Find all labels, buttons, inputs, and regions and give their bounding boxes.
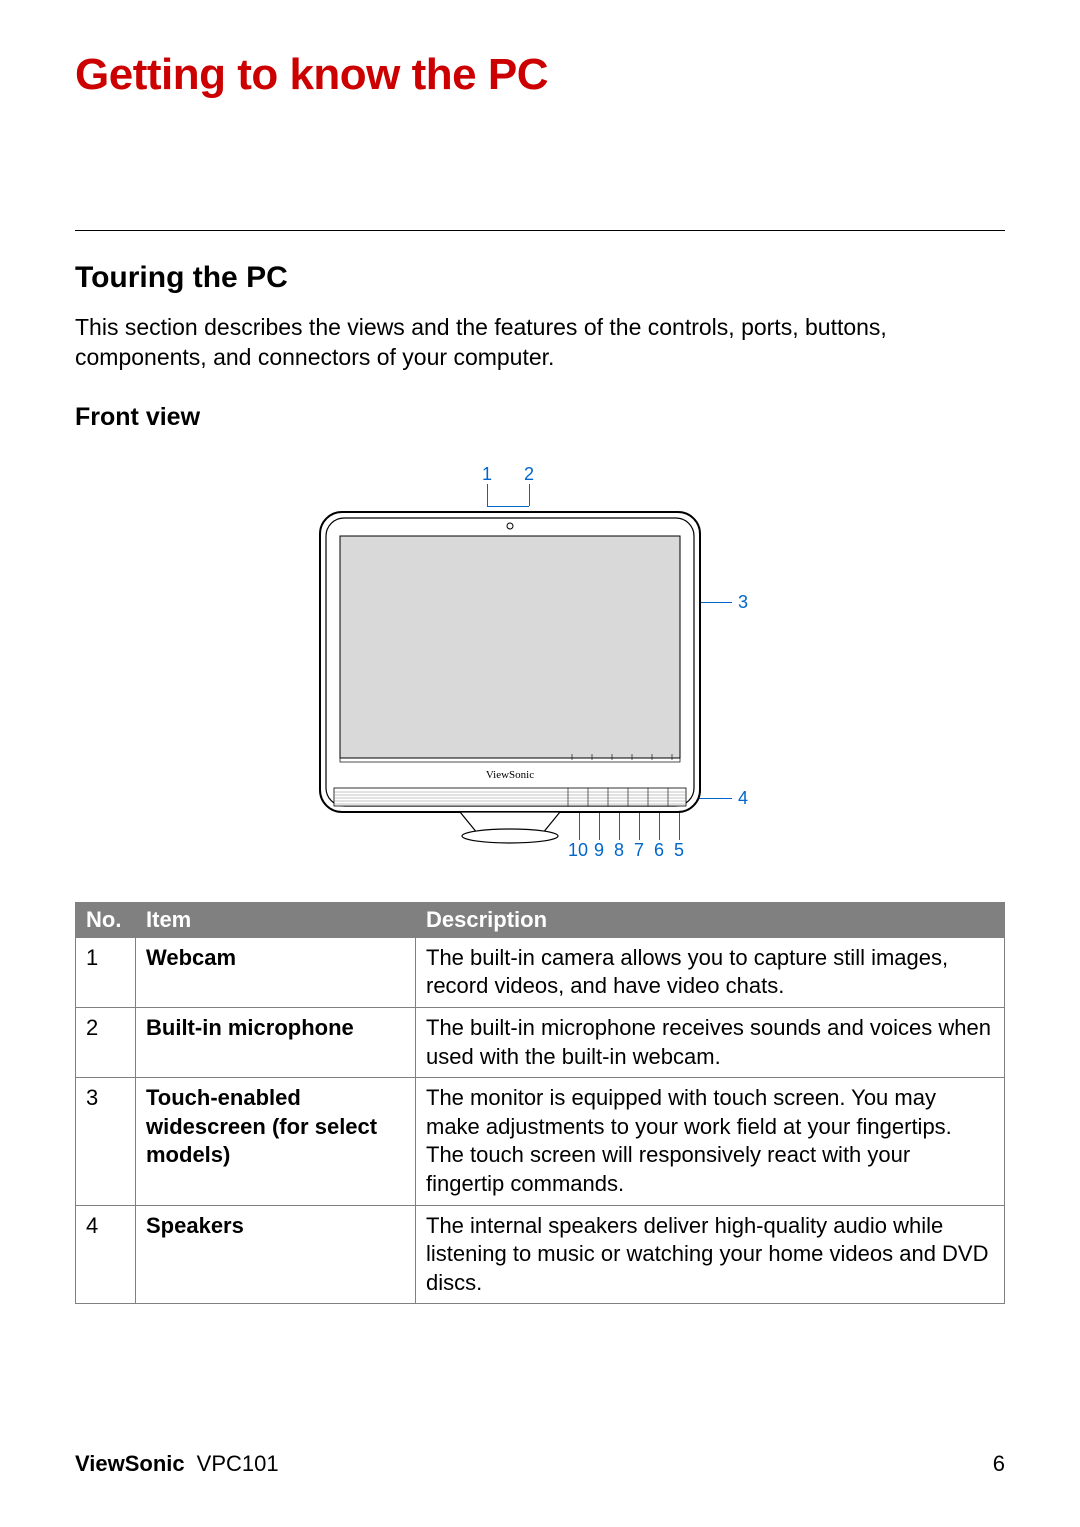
cell-item: Speakers [136, 1205, 416, 1304]
table-row: 1 Webcam The built-in camera allows you … [76, 937, 1005, 1007]
cell-no: 4 [76, 1205, 136, 1304]
cell-item: Webcam [136, 937, 416, 1007]
footer-model: VPC101 [197, 1451, 279, 1476]
divider [75, 230, 1005, 231]
section-heading: Touring the PC [75, 261, 1005, 295]
cell-desc: The built-in microphone receives sounds … [416, 1007, 1005, 1077]
callout-1: 1 [482, 464, 492, 485]
footer-left: ViewSonic VPC101 [75, 1451, 279, 1477]
table-header-row: No. Item Description [76, 902, 1005, 937]
page-footer: ViewSonic VPC101 6 [75, 1451, 1005, 1477]
section-description: This section describes the views and the… [75, 313, 1005, 373]
col-no: No. [76, 902, 136, 937]
callout-4: 4 [738, 788, 748, 809]
cell-item: Touch-enabled widescreen (for select mod… [136, 1078, 416, 1205]
footer-brand: ViewSonic [75, 1451, 185, 1476]
table-row: 2 Built-in microphone The built-in micro… [76, 1007, 1005, 1077]
callout-2: 2 [524, 464, 534, 485]
front-view-diagram: 1 2 3 4 10 9 8 7 6 5 [75, 472, 1005, 872]
subsection-heading: Front view [75, 403, 1005, 432]
cell-no: 1 [76, 937, 136, 1007]
footer-page-number: 6 [993, 1451, 1005, 1477]
cell-no: 3 [76, 1078, 136, 1205]
table-row: 4 Speakers The internal speakers deliver… [76, 1205, 1005, 1304]
cell-desc: The internal speakers deliver high-quali… [416, 1205, 1005, 1304]
cell-no: 2 [76, 1007, 136, 1077]
features-table: No. Item Description 1 Webcam The built-… [75, 902, 1005, 1305]
col-desc: Description [416, 902, 1005, 937]
monitor-illustration: ViewSonic [310, 502, 710, 852]
table-row: 3 Touch-enabled widescreen (for select m… [76, 1078, 1005, 1205]
cell-desc: The built-in camera allows you to captur… [416, 937, 1005, 1007]
page-title: Getting to know the PC [75, 50, 1005, 100]
cell-item: Built-in microphone [136, 1007, 416, 1077]
callout-3: 3 [738, 592, 748, 613]
col-item: Item [136, 902, 416, 937]
cell-desc: The monitor is equipped with touch scree… [416, 1078, 1005, 1205]
monitor-brand-text: ViewSonic [486, 769, 534, 781]
